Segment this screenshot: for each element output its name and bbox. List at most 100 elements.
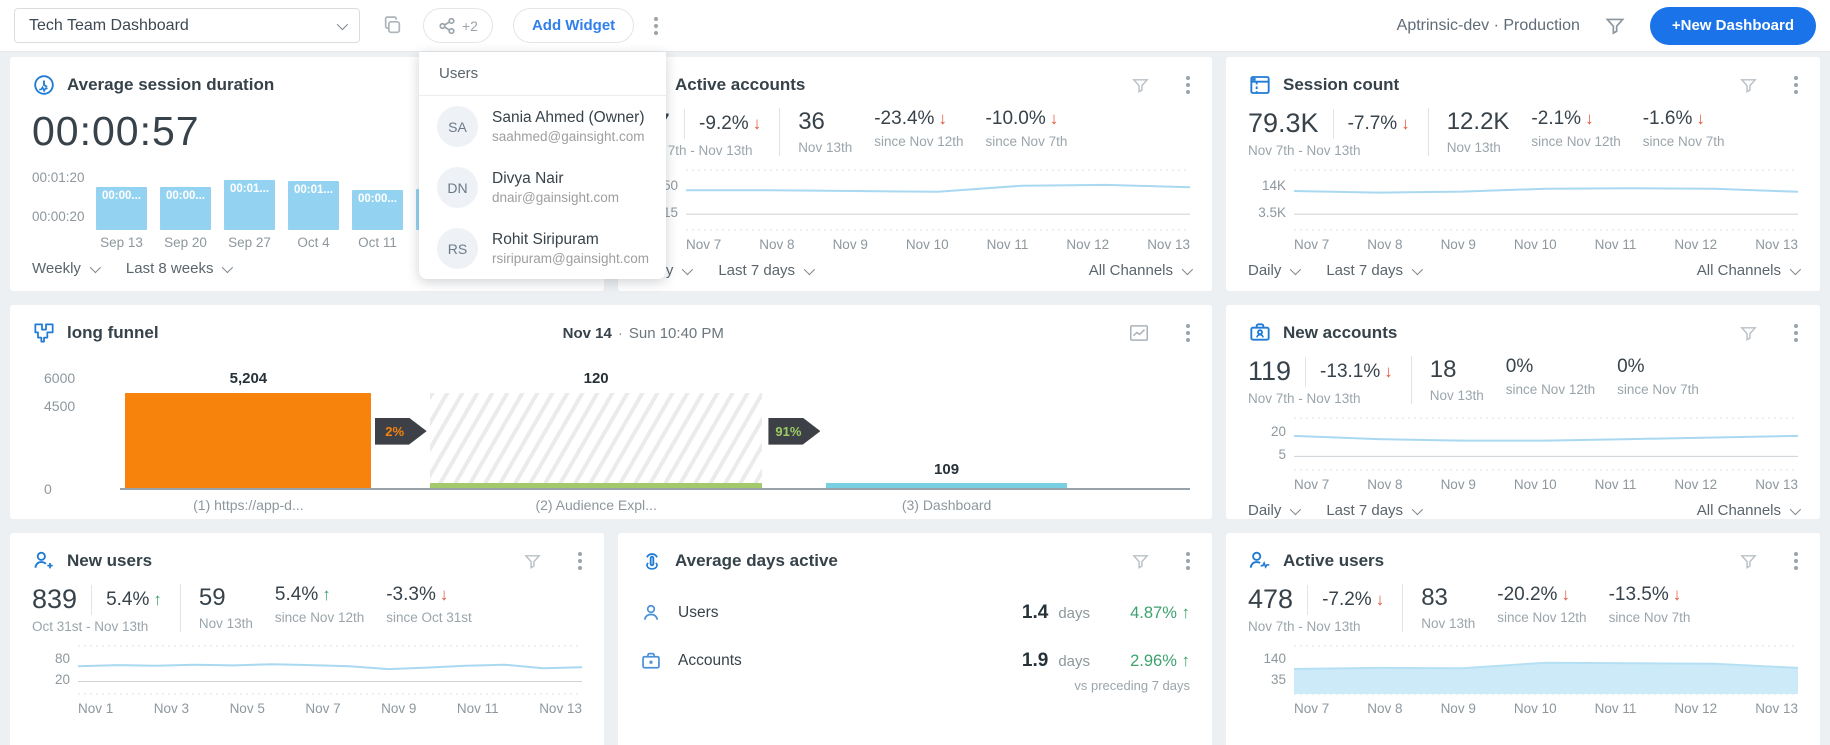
x-axis-tick: Nov 9 [832,237,868,252]
new-dashboard-button[interactable]: +New Dashboard [1649,6,1816,45]
funnel-step-bar[interactable] [430,392,762,488]
x-axis-tick: Nov 8 [759,237,795,252]
granularity-select[interactable]: Daily [1248,502,1302,519]
line-chart: 50 15 [640,168,1191,232]
funnel-step-bar[interactable] [125,392,372,488]
x-axis-tick: Nov 13 [1755,701,1798,716]
channels-select[interactable]: All Channels [1697,262,1802,279]
date-range-select[interactable]: Last 8 weeks [126,260,234,277]
widget-kebab-icon[interactable] [1794,76,1798,94]
x-axis-tick: Nov 13 [1755,237,1798,252]
shared-users-dropdown: Users SA Sania Ahmed (Owner) saahmed@gai… [419,52,666,279]
funnel-chart: 6000 4500 0 5,204 120 109 2% 91% (1) htt… [32,370,1190,513]
user-list-item[interactable]: RS Rohit Siripuram rsiripuram@gainsight.… [419,218,666,279]
x-axis-tick: Nov 3 [153,701,190,716]
x-axis-tick: Nov 10 [1513,237,1557,252]
dashboard-menu-kebab-icon[interactable] [654,16,659,35]
duration-bar[interactable]: 00:00... [160,187,211,230]
widget-kebab-icon[interactable] [1794,552,1798,570]
dashboard-selector[interactable]: Tech Team Dashboard [14,8,360,43]
date-range-select[interactable]: Last 7 days [718,262,816,279]
new-account-icon [1250,323,1270,341]
global-filter-icon[interactable] [1604,15,1626,37]
x-axis-tick: Nov 12 [1066,237,1110,252]
chevron-down-icon [336,18,349,30]
widget-kebab-icon[interactable] [578,552,582,570]
user-list-item[interactable]: DN Divya Nair dnair@gainsight.com [419,157,666,218]
x-axis-tick: Nov 7 [1294,701,1330,716]
x-axis-tick: Nov 8 [1367,701,1403,716]
share-icon [439,17,455,34]
widget-kebab-icon[interactable] [1794,324,1798,342]
widget-filter-icon[interactable] [1739,76,1758,95]
funnel-converted-strip [430,483,762,488]
funnel-step-value: 120 [583,369,609,387]
add-user-icon [34,551,53,569]
widget-new-accounts: New accounts 119 -13.1% ↓ Nov 7th - Nov 1… [1226,305,1820,519]
widget-title: long funnel [67,323,159,342]
trend-arrow-icon: ↓ [1585,109,1594,128]
y-axis-tick: 00:00:20 [32,209,85,224]
funnel-step-label: (2) Audience Expl... [535,497,657,513]
widget-filter-icon[interactable] [1131,552,1150,571]
funnel-step-bar[interactable] [826,483,1067,488]
user-list-item[interactable]: SA Sania Ahmed (Owner) saahmed@gainsight… [419,96,666,157]
channels-select[interactable]: All Channels [1089,262,1194,279]
trend-arrow-icon: ↓ [1384,361,1393,381]
x-axis-tick: Nov 8 [1367,237,1403,252]
granularity-select[interactable]: Daily [1248,262,1302,279]
x-axis-tick: Nov 1 [78,701,114,716]
x-axis-tick: Nov 11 [1594,477,1637,492]
user-email: saahmed@gainsight.com [492,129,645,144]
comparison-note: vs preceding 7 days [1074,678,1190,693]
duration-bar[interactable]: 00:00... [96,186,147,230]
widget-kebab-icon[interactable] [1186,552,1190,570]
trend-arrow-icon: ↓ [1401,113,1410,133]
duration-bar[interactable]: 00:01... [288,181,339,230]
funnel-step-value: 109 [934,461,960,478]
browser-window-icon [1250,76,1270,94]
widget-kebab-icon[interactable] [1186,76,1190,94]
bar-value-label: 00:00... [358,193,397,206]
user-email: dnair@gainsight.com [492,190,620,205]
duplicate-dashboard-icon[interactable] [382,15,403,36]
widget-long-funnel: long funnel Nov 14 · Sun 10:40 PM 6000 4… [10,305,1212,519]
granularity-select[interactable]: Weekly [32,260,101,277]
x-axis-tick: Nov 5 [229,701,265,716]
channels-select[interactable]: All Channels [1697,502,1802,519]
avatar: SA [437,106,478,147]
y-axis-tick: 4500 [44,398,76,414]
widget-filter-icon[interactable] [523,552,542,571]
trend-chart-toggle-icon[interactable] [1128,322,1150,344]
widget-kebab-icon[interactable] [1185,324,1190,342]
widget-filter-icon[interactable] [1131,76,1150,95]
line-chart: 80 20 [32,644,583,696]
trend-arrow-icon: ↓ [1696,109,1705,128]
kpi-stats: 478 -7.2% ↓ Nov 7th - Nov 13th 83 Nov 13th… [1248,584,1691,634]
briefcase-icon [642,652,660,669]
clock-pulse-icon [34,75,54,95]
x-axis-labels: Nov 7 Nov 8 Nov 9 Nov 10 Nov 11 Nov 12 Nov 13 [1294,237,1798,252]
shared-users-button[interactable]: +2 [423,8,493,43]
duration-bar[interactable]: 00:01... [224,179,275,230]
x-axis-tick: Nov 11 [1594,237,1637,252]
add-widget-button[interactable]: Add Widget [512,8,635,43]
widget-title: Active users [1283,551,1385,570]
x-axis-labels: Nov 7 Nov 8 Nov 9 Nov 10 Nov 11 Nov 12 Nov 13 [1294,477,1798,492]
x-axis-tick: Nov 12 [1674,701,1718,716]
kpi-stats: 839 5.4% ↑ Oct 31st - Nov 13th 59 Nov 13th… [32,584,472,634]
date-range-select[interactable]: Last 7 days [1326,262,1424,279]
widget-session-count: Session count 79.3K -7.7% ↓ Nov 7th - Nov… [1226,57,1820,291]
widget-title: Session count [1283,75,1400,94]
chevron-down-icon [89,261,101,273]
date-range-select[interactable]: Last 7 days [1326,502,1424,519]
list-item: Users 1.4 days 4.87% ↑ [640,602,1190,624]
x-axis-tick: Nov 10 [1513,477,1557,492]
area-chart: 140 35 [1248,644,1799,696]
trend-arrow-icon: ↑ [1181,651,1191,670]
widget-filter-icon[interactable] [1739,324,1758,343]
duration-bar[interactable]: 00:00... [352,190,403,230]
widget-filter-icon[interactable] [1739,552,1758,571]
y-axis-tick: 6000 [44,370,76,386]
x-axis-tick: Nov 8 [1367,477,1403,492]
